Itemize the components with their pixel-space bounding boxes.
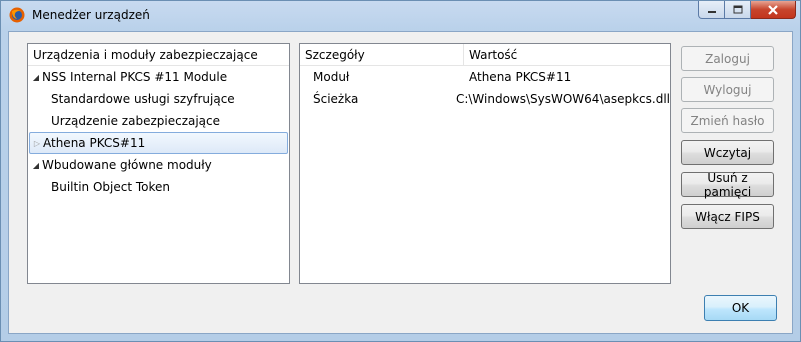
tree-item-nss-internal[interactable]: ◢ NSS Internal PKCS #11 Module — [28, 66, 289, 88]
ok-button[interactable]: OK — [704, 295, 777, 321]
table-row[interactable]: Ścieżka C:\Windows\SysWOW64\asepkcs.dll — [300, 88, 670, 110]
tree-item-athena[interactable]: ▷ Athena PKCS#11 — [29, 132, 288, 154]
window-controls — [698, 1, 796, 21]
close-icon — [768, 4, 778, 15]
details-header-key[interactable]: Szczegóły — [300, 44, 464, 65]
login-button[interactable]: Zaloguj — [681, 46, 774, 71]
detail-key: Ścieżka — [313, 92, 359, 106]
tree-item-label: Athena PKCS#11 — [43, 136, 146, 150]
details-table[interactable]: Szczegóły Wartość Moduł Athena PKCS#11 Ś… — [299, 43, 671, 284]
expanded-triangle-icon[interactable]: ◢ — [31, 161, 41, 170]
expanded-triangle-icon[interactable]: ◢ — [31, 73, 41, 82]
close-button[interactable] — [751, 1, 796, 19]
minimize-icon — [707, 10, 716, 13]
load-button[interactable]: Wczytaj — [681, 140, 774, 165]
detail-value: Athena PKCS#11 — [469, 70, 572, 84]
window-title: Menedżer urządzeń — [32, 8, 150, 22]
tree-item-label: Standardowe usługi szyfrujące — [51, 92, 235, 106]
dialog-client-area: Urządzenia i moduły zabezpieczające ◢ NS… — [8, 31, 793, 334]
tree-item-label: Urządzenie zabezpieczające — [51, 114, 221, 128]
tree-column-header[interactable]: Urządzenia i moduły zabezpieczające — [28, 44, 289, 66]
minimize-button[interactable] — [698, 1, 725, 19]
tree-item-builtin-token[interactable]: Builtin Object Token — [28, 176, 289, 198]
details-column-header: Szczegóły Wartość — [300, 44, 670, 66]
device-tree[interactable]: Urządzenia i moduły zabezpieczające ◢ NS… — [27, 43, 290, 284]
device-manager-window: Menedżer urządzeń Urządzenia i moduły za… — [0, 0, 801, 342]
maximize-icon — [733, 5, 742, 14]
detail-key: Moduł — [313, 70, 350, 84]
tree-header-label: Urządzenia i moduły zabezpieczające — [33, 47, 258, 62]
firefox-icon — [9, 7, 25, 23]
change-password-button[interactable]: Zmień hasło — [681, 108, 774, 133]
unload-button[interactable]: Usuń z pamięci — [681, 171, 774, 199]
table-row[interactable]: Moduł Athena PKCS#11 — [300, 66, 670, 88]
tree-item-label: Wbudowane główne moduły — [42, 158, 212, 172]
tree-item-security-device[interactable]: Urządzenie zabezpieczające — [28, 110, 289, 132]
enable-fips-button[interactable]: Włącz FIPS — [681, 204, 774, 229]
tree-item-builtin-modules[interactable]: ◢ Wbudowane główne moduły — [28, 154, 289, 176]
title-bar[interactable]: Menedżer urządzeń — [1, 1, 800, 31]
tree-item-label: NSS Internal PKCS #11 Module — [42, 70, 228, 84]
collapsed-triangle-icon[interactable]: ▷ — [32, 139, 42, 148]
tree-item-standard-crypto[interactable]: Standardowe usługi szyfrujące — [28, 88, 289, 110]
detail-value: C:\Windows\SysWOW64\asepkcs.dll — [455, 92, 670, 106]
logout-button[interactable]: Wyloguj — [681, 77, 774, 102]
maximize-button[interactable] — [725, 1, 751, 19]
tree-item-label: Builtin Object Token — [51, 180, 171, 194]
details-header-value[interactable]: Wartość — [464, 44, 670, 65]
